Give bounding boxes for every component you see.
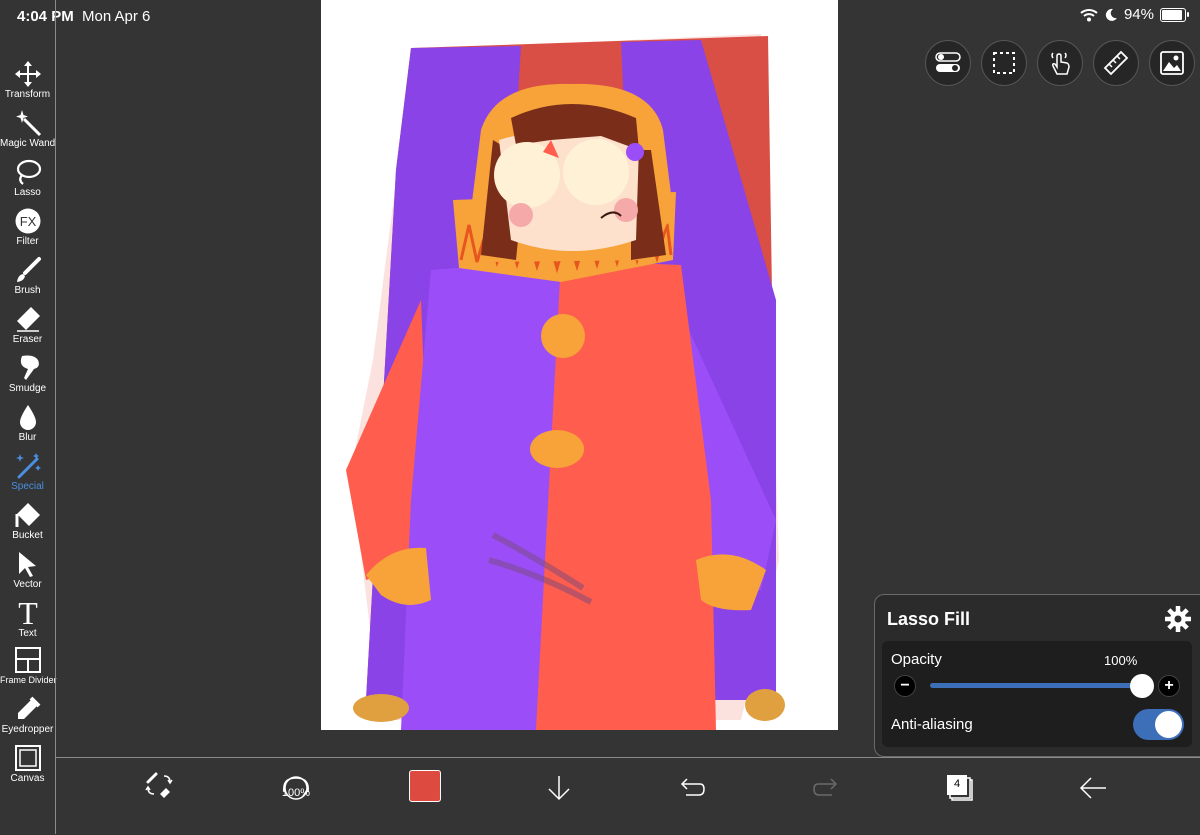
color-picker-button[interactable] [409, 770, 441, 802]
current-color-swatch [409, 770, 441, 802]
magic-wand-icon [15, 110, 41, 137]
frame-divider-icon [14, 647, 41, 673]
battery-icon [1160, 7, 1189, 22]
panel-settings-button[interactable] [1164, 605, 1192, 638]
opacity-value: 100% [1104, 653, 1138, 668]
gear-icon [1165, 606, 1191, 632]
tool-smudge[interactable]: Smudge [0, 354, 55, 394]
tool-magic-wand[interactable]: Magic Wand [0, 109, 55, 149]
smudge-icon [20, 355, 39, 380]
eraser-icon [16, 307, 40, 332]
toggles-button[interactable] [925, 40, 971, 86]
status-right: 94% [1080, 6, 1189, 23]
redo-button[interactable] [812, 776, 840, 805]
brush-eraser-swap-button[interactable] [144, 770, 174, 805]
tool-label: Bucket [12, 530, 43, 541]
sidebar-divider [55, 0, 56, 834]
back-button[interactable] [1078, 776, 1108, 805]
tool-label: Vector [13, 579, 42, 590]
vector-arrow-icon [18, 552, 36, 577]
tool-eyedropper[interactable]: Eyedropper [0, 695, 55, 735]
tool-label: Brush [14, 285, 41, 296]
opacity-increase-button[interactable]: + [1158, 675, 1180, 697]
text-t-icon: T [18, 597, 38, 627]
tool-lasso[interactable]: Lasso [0, 158, 55, 198]
brush-size-button[interactable]: 100% [276, 772, 316, 809]
tool-label: Frame Divider [0, 675, 57, 685]
opacity-slider-knob[interactable] [1130, 674, 1154, 698]
bucket-icon [15, 503, 40, 527]
tool-text[interactable]: T Text [0, 597, 55, 639]
tool-vector[interactable]: Vector [0, 550, 55, 590]
artwork-illustration [346, 34, 785, 730]
svg-text:T: T [18, 597, 38, 627]
fx-icon: FX [15, 208, 40, 234]
ruler-icon [1103, 50, 1129, 76]
eyedropper-icon [17, 696, 40, 719]
wifi-icon [1080, 8, 1098, 21]
tool-label: Eyedropper [1, 724, 54, 735]
opacity-slider-track[interactable] [930, 683, 1142, 688]
redo-icon [813, 778, 838, 796]
gesture-button[interactable] [1037, 40, 1083, 86]
battery-percent: 94% [1123, 6, 1154, 23]
undo-button[interactable] [678, 776, 706, 805]
moon-icon [1105, 8, 1117, 21]
tool-transform[interactable]: Transform [0, 60, 55, 100]
selection-icon [993, 52, 1015, 74]
tool-label: Magic Wand [0, 138, 56, 149]
special-wand-icon [15, 453, 41, 479]
top-action-buttons [925, 40, 1195, 86]
status-time: 4:04 PM [17, 8, 74, 25]
tool-brush[interactable]: Brush [0, 256, 55, 296]
tool-label: Filter [16, 236, 39, 247]
gesture-icon [1051, 52, 1070, 75]
tool-frame-divider[interactable]: Frame Divider [0, 646, 57, 685]
status-date: Mon Apr 6 [82, 8, 151, 25]
tool-label: Lasso [14, 187, 41, 198]
tool-special[interactable]: Special [0, 452, 55, 492]
tool-bucket[interactable]: Bucket [0, 501, 55, 541]
arrow-down-icon [548, 776, 570, 801]
bottom-toolbar: 100% 4 [56, 757, 1200, 835]
tool-label: Special [11, 481, 44, 492]
tool-label: Text [18, 628, 37, 639]
tool-label: Smudge [8, 383, 47, 394]
opacity-label: Opacity [891, 651, 942, 668]
layers-count: 4 [953, 778, 961, 790]
tool-blur[interactable]: Blur [0, 403, 55, 443]
brush-icon [16, 257, 41, 282]
brush-size-value: 100% [281, 787, 311, 799]
swap-brush-eraser-icon [145, 772, 173, 798]
reference-image-icon [1160, 51, 1184, 75]
canvas-icon [14, 745, 41, 771]
arrow-left-icon [1079, 777, 1106, 799]
opacity-decrease-button[interactable]: − [894, 675, 916, 697]
tool-filter[interactable]: FX Filter [0, 207, 55, 247]
move-arrows-icon [14, 61, 41, 87]
tool-label: Canvas [10, 773, 45, 784]
drawing-canvas[interactable] [321, 0, 838, 730]
svg-text:FX: FX [19, 214, 36, 229]
layers-button[interactable]: 4 [946, 774, 974, 802]
panel-settings-box: Opacity 100% − + Anti-aliasing [882, 641, 1192, 747]
tool-label: Transform [4, 89, 51, 100]
undo-icon [680, 778, 705, 796]
tool-eraser[interactable]: Eraser [0, 305, 55, 345]
panel-title: Lasso Fill [887, 609, 971, 629]
tool-canvas[interactable]: Canvas [0, 744, 55, 784]
toggles-icon [935, 52, 961, 72]
tool-label: Blur [18, 432, 37, 443]
antialiasing-toggle[interactable] [1133, 709, 1184, 740]
selection-button[interactable] [981, 40, 1027, 86]
lasso-icon [16, 159, 41, 185]
reference-image-button[interactable] [1149, 40, 1195, 86]
toggle-knob [1155, 711, 1182, 738]
import-button[interactable] [546, 774, 572, 807]
antialiasing-label: Anti-aliasing [891, 716, 973, 733]
tool-label: Eraser [12, 334, 43, 345]
lasso-fill-panel: Lasso Fill Opacity 100% − + Anti-aliasin… [874, 594, 1200, 757]
blur-drop-icon [19, 405, 36, 430]
ruler-button[interactable] [1093, 40, 1139, 86]
